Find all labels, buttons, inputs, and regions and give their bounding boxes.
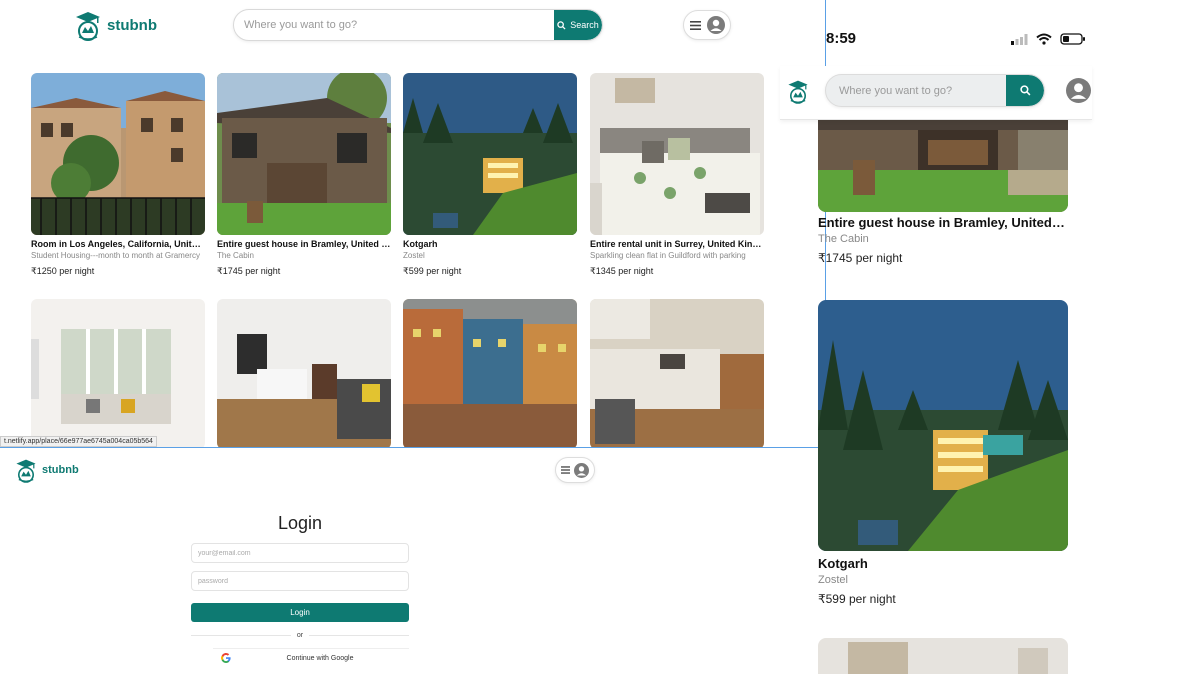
brand-name: stubnb (107, 16, 157, 34)
listing-subtitle: Zostel (818, 574, 848, 586)
graduation-cap-logo-icon (76, 12, 100, 41)
signal-icon (1011, 33, 1028, 45)
listing-title: Kotgarh (818, 556, 868, 571)
email-field[interactable] (191, 543, 409, 563)
listing-photo (403, 299, 577, 447)
user-menu-button[interactable] (683, 10, 731, 40)
login-button[interactable]: Login (191, 603, 409, 622)
listing-title: Room in Los Angeles, California, United … (31, 239, 205, 249)
listing-price: ₹599 per night (403, 266, 462, 276)
password-field[interactable] (191, 571, 409, 591)
or-divider: or (191, 629, 410, 641)
listing-card[interactable]: Entire guest house in Bramley, United Ki… (217, 73, 391, 277)
user-menu-button[interactable] (555, 457, 595, 483)
search-button[interactable]: Search (554, 10, 602, 40)
status-bar-url: t.netlify.app/place/66e977ae6745a004ca05… (0, 436, 157, 447)
listing-photo (818, 110, 1068, 212)
status-time: 8:59 (826, 30, 857, 47)
listing-title: Kotgarh (403, 239, 438, 249)
listing-subtitle: Sparkling clean flat in Guildford with p… (590, 251, 746, 260)
brand-name: stubnb (42, 464, 79, 476)
mobile-listing-card[interactable]: Entire guest house in Bramley, United Ki… (818, 110, 1068, 265)
listing-title: Entire guest house in Bramley, United Ki… (217, 239, 391, 249)
listing-photo (403, 73, 577, 235)
listing-price: ₹1745 per night (818, 251, 903, 265)
listing-card[interactable] (590, 299, 764, 447)
listing-card[interactable]: Kotgarh Zostel ₹599 per night (403, 73, 577, 277)
listing-photo (31, 73, 205, 235)
listing-photo (590, 73, 764, 235)
login-title: Login (277, 513, 323, 533)
search-icon (557, 20, 566, 30)
hamburger-menu-icon (561, 466, 570, 474)
google-login-button[interactable]: Continue with Google (213, 648, 409, 667)
listing-subtitle: Student Housing---month to month at Gram… (31, 251, 200, 260)
status-icons (1011, 33, 1086, 45)
listing-card[interactable]: Entire rental unit in Surrey, United Kin… (590, 73, 764, 277)
mobile-search-bar (825, 74, 1045, 107)
search-icon (1019, 85, 1030, 96)
wifi-icon (1036, 33, 1052, 45)
listing-card[interactable] (217, 299, 391, 447)
user-avatar-icon (706, 16, 725, 34)
hamburger-menu-icon (689, 20, 701, 30)
brand-logo[interactable]: stubnb (14, 457, 79, 483)
mobile-search-input[interactable] (826, 84, 1006, 97)
listing-card[interactable] (31, 299, 205, 447)
login-view: stubnb Login Login or Continue with Goog… (0, 449, 780, 674)
listing-photo (818, 300, 1068, 551)
mobile-header (780, 66, 1092, 120)
search-bar: Search (233, 9, 603, 41)
user-avatar-icon (574, 462, 589, 478)
listing-card[interactable] (403, 299, 577, 447)
listing-title: Entire guest house in Bramley, United Ki… (818, 215, 1068, 230)
listing-title: Entire rental unit in Surrey, United Kin… (590, 239, 764, 249)
listing-subtitle: The Cabin (818, 233, 869, 245)
listing-card[interactable]: Room in Los Angeles, California, United … (31, 73, 205, 277)
graduation-cap-logo-icon[interactable] (786, 78, 810, 104)
listing-subtitle: Zostel (403, 251, 425, 260)
mobile-search-button[interactable] (1006, 75, 1044, 106)
listing-photo (217, 73, 391, 235)
mobile-listing-card[interactable]: Kotgarh Zostel ₹599 per night (818, 300, 1068, 606)
listing-photo (590, 299, 764, 447)
listing-price: ₹1745 per night (217, 266, 281, 276)
desktop-view: stubnb Search Room i (0, 0, 826, 448)
listing-price: ₹599 per night (818, 592, 896, 606)
search-input[interactable] (234, 19, 554, 31)
listing-subtitle: The Cabin (217, 251, 254, 260)
user-avatar-icon[interactable] (1066, 78, 1091, 103)
battery-icon (1060, 33, 1085, 45)
listing-price: ₹1250 per night (31, 266, 95, 276)
brand-logo[interactable]: stubnb (73, 9, 157, 41)
mobile-listing-card[interactable] (818, 638, 1068, 674)
google-icon (221, 653, 231, 663)
listing-photo (217, 299, 391, 447)
listing-photo (31, 299, 205, 447)
graduation-cap-logo-icon (16, 459, 36, 483)
listing-price: ₹1345 per night (590, 266, 654, 276)
listing-photo (818, 638, 1068, 674)
